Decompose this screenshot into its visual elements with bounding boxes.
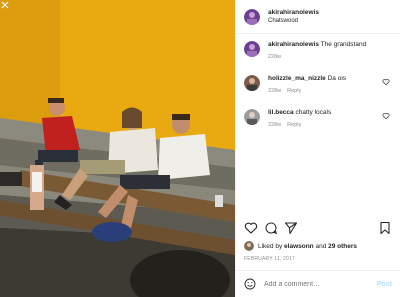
heart-icon[interactable] xyxy=(382,112,390,120)
commenter-avatar[interactable] xyxy=(244,109,260,125)
caption-avatar[interactable] xyxy=(244,41,260,57)
caption-age[interactable]: 228w xyxy=(268,54,281,60)
post-header: akirahiranolewis Chatswood xyxy=(236,0,400,34)
liker-username[interactable]: elawsonn xyxy=(284,243,314,250)
action-bar xyxy=(244,221,392,235)
comment-text: chatty locals xyxy=(295,109,332,116)
photo-scene xyxy=(0,0,235,297)
comment-text: Da ois xyxy=(327,75,347,82)
heart-icon[interactable] xyxy=(382,78,390,86)
heart-icon[interactable] xyxy=(244,221,258,235)
liker-avatar[interactable] xyxy=(244,241,254,251)
post-date[interactable]: FEBRUARY 11, 2017 xyxy=(244,256,295,262)
bookmark-icon[interactable] xyxy=(378,221,392,235)
post-side-panel: akirahiranolewis Chatswood akirahiranole… xyxy=(235,0,400,297)
caption-text: The grandstand xyxy=(320,41,367,48)
likes-summary: Liked by elawsonn and 29 others xyxy=(244,241,357,251)
likes-others-link[interactable]: 29 others xyxy=(328,243,357,250)
reply-button[interactable]: Reply xyxy=(287,122,301,128)
smiley-icon[interactable] xyxy=(244,278,256,290)
caption-row: akirahiranolewis The grandstand 228w xyxy=(236,40,400,60)
comment-age[interactable]: 228w xyxy=(268,88,281,94)
author-username[interactable]: akirahiranolewis xyxy=(268,8,319,17)
close-icon[interactable] xyxy=(0,0,10,10)
send-icon[interactable] xyxy=(284,221,298,235)
comment-username[interactable]: lil.becca xyxy=(268,109,294,116)
liked-by-prefix: Liked by xyxy=(258,242,283,250)
liked-joiner: and xyxy=(315,242,327,250)
comment-row: lil.becca chatty locals 228w Reply xyxy=(236,108,400,128)
post-photo[interactable] xyxy=(0,0,235,297)
comment-age[interactable]: 228w xyxy=(268,122,281,128)
add-comment-bar: Post xyxy=(236,270,400,297)
comment-input[interactable] xyxy=(264,280,377,288)
comment-row: holizzle_ma_nizzle Da ois 228w Reply xyxy=(236,74,400,94)
commenter-avatar[interactable] xyxy=(244,75,260,91)
post-modal: akirahiranolewis Chatswood akirahiranole… xyxy=(0,0,400,297)
comment-icon[interactable] xyxy=(264,221,278,235)
post-location[interactable]: Chatswood xyxy=(268,17,319,26)
comment-username[interactable]: holizzle_ma_nizzle xyxy=(268,75,326,82)
reply-button[interactable]: Reply xyxy=(287,88,301,94)
author-avatar[interactable] xyxy=(244,8,260,25)
comment-list: akirahiranolewis The grandstand 228w hol… xyxy=(236,40,400,142)
caption-username[interactable]: akirahiranolewis xyxy=(268,41,319,48)
post-button[interactable]: Post xyxy=(377,281,392,288)
